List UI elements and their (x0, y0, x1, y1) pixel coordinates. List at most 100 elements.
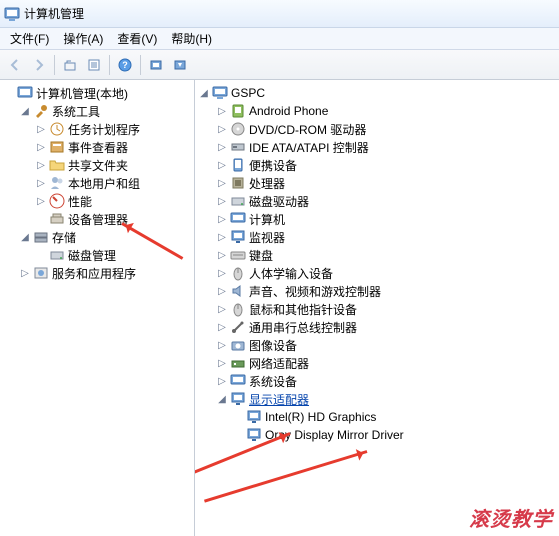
up-button[interactable] (59, 54, 81, 76)
tree-label: 计算机管理(本地) (36, 85, 128, 102)
expand-icon[interactable]: ▷ (35, 159, 47, 171)
expand-icon[interactable]: ▷ (216, 231, 228, 243)
tree-shared-folders[interactable]: ▷共享文件夹 (34, 156, 192, 174)
collapse-icon[interactable]: ◢ (198, 87, 210, 99)
tree-label: 存储 (52, 229, 76, 246)
computer-icon (230, 211, 246, 227)
device-cat-keyboard[interactable]: ▷ 键盘 (215, 246, 557, 264)
menu-file[interactable]: 文件(F) (4, 28, 55, 49)
refresh-button[interactable] (145, 54, 167, 76)
device-cat-mouse[interactable]: ▷ 鼠标和其他指针设备 (215, 300, 557, 318)
collapse-icon[interactable]: ◢ (19, 231, 31, 243)
network-icon (230, 355, 246, 371)
tools-icon (33, 103, 49, 119)
device-cat-android[interactable]: ▷ Android Phone (215, 102, 557, 120)
expand-icon[interactable]: ▷ (216, 141, 228, 153)
device-cat-diskdrive[interactable]: ▷磁盘驱动器 (215, 192, 557, 210)
tree-performance[interactable]: ▷ 性能 (34, 192, 192, 210)
collapse-icon[interactable]: ◢ (216, 393, 228, 405)
event-icon (49, 139, 65, 155)
tree-label: 性能 (68, 193, 92, 210)
tree-root-local[interactable]: 计算机管理(本地) (2, 84, 192, 102)
menu-action[interactable]: 操作(A) (57, 28, 109, 49)
tree-label: Android Phone (249, 104, 328, 118)
perf-icon (49, 193, 65, 209)
device-cat-ide[interactable]: ▷IDE ATA/ATAPI 控制器 (215, 138, 557, 156)
expand-icon[interactable]: ▷ (216, 267, 228, 279)
app-icon (4, 6, 20, 22)
tree-system-tools[interactable]: ◢ 系统工具 (18, 102, 192, 120)
clock-icon (49, 121, 65, 137)
tree-task-scheduler[interactable]: ▷任务计划程序 (34, 120, 192, 138)
device-cat-hid[interactable]: ▷ 人体学输入设备 (215, 264, 557, 282)
expand-icon[interactable]: ▷ (216, 123, 228, 135)
tree-event-viewer[interactable]: ▷事件查看器 (34, 138, 192, 156)
expand-icon[interactable]: ▷ (216, 105, 228, 117)
system-icon (230, 373, 246, 389)
tree-label: 网络适配器 (249, 355, 309, 372)
help-button[interactable]: ? (114, 54, 136, 76)
folder-share-icon (49, 157, 65, 173)
tree-label: 图像设备 (249, 337, 297, 354)
tree-services[interactable]: ▷服务和应用程序 (18, 264, 192, 282)
back-button[interactable] (4, 54, 26, 76)
device-cat-system[interactable]: ▷系统设备 (215, 372, 557, 390)
tree-label: 显示适配器 (249, 391, 309, 408)
expand-icon[interactable]: ▷ (216, 249, 228, 261)
tree-label: 本地用户和组 (68, 175, 140, 192)
expand-icon[interactable]: ▷ (216, 177, 228, 189)
menu-view[interactable]: 查看(V) (111, 28, 163, 49)
expand-icon[interactable]: ▷ (35, 195, 47, 207)
device-cat-portable[interactable]: ▷便携设备 (215, 156, 557, 174)
device-cat-dvd[interactable]: ▷DVD/CD-ROM 驱动器 (215, 120, 557, 138)
menu-help[interactable]: 帮助(H) (165, 28, 218, 49)
expand-icon[interactable]: ▷ (216, 339, 228, 351)
device-cat-display[interactable]: ◢ 显示适配器 (215, 390, 557, 408)
tree-storage[interactable]: ◢ 存储 (18, 228, 192, 246)
portable-icon (230, 157, 246, 173)
display-device-icon (246, 409, 262, 425)
device-cat-monitor[interactable]: ▷监视器 (215, 228, 557, 246)
tree-label: 鼠标和其他指针设备 (249, 301, 357, 318)
expand-icon[interactable]: ▷ (216, 321, 228, 333)
collapse-icon[interactable]: ◢ (19, 105, 31, 117)
device-intel[interactable]: Intel(R) HD Graphics (231, 408, 557, 426)
titlebar: 计算机管理 (0, 0, 559, 28)
device-cat-computer[interactable]: ▷计算机 (215, 210, 557, 228)
expand-icon[interactable]: ▷ (35, 141, 47, 153)
expand-icon[interactable]: ▷ (35, 177, 47, 189)
tree-local-users[interactable]: ▷ 本地用户和组 (34, 174, 192, 192)
device-cat-sound[interactable]: ▷声音、视频和游戏控制器 (215, 282, 557, 300)
display-icon (230, 391, 246, 407)
expand-icon[interactable]: ▷ (19, 267, 31, 279)
tree-label: GSPC (231, 86, 265, 100)
expand-icon[interactable]: ▷ (216, 213, 228, 225)
display-device-icon (246, 427, 262, 443)
device-cat-cpu[interactable]: ▷处理器 (215, 174, 557, 192)
services-icon (33, 265, 49, 281)
expand-icon[interactable]: ▷ (35, 123, 47, 135)
tree-label: 键盘 (249, 247, 273, 264)
mouse-icon (230, 301, 246, 317)
expand-icon[interactable]: ▷ (216, 303, 228, 315)
device-root[interactable]: ◢ GSPC (197, 84, 557, 102)
tree-label: 人体学输入设备 (249, 265, 333, 282)
forward-button[interactable] (28, 54, 50, 76)
tree-device-manager[interactable]: 设备管理器 (34, 210, 192, 228)
props-button[interactable] (83, 54, 105, 76)
right-tree: ◢ GSPC ▷ Android Phone ▷DVD/CD-ROM 驱动器▷IDE… (195, 80, 559, 536)
expand-icon[interactable]: ▷ (216, 285, 228, 297)
hid-icon (230, 265, 246, 281)
storage-icon (33, 229, 49, 245)
svg-text:?: ? (122, 60, 128, 70)
dvd-icon (230, 121, 246, 137)
filter-button[interactable] (169, 54, 191, 76)
expand-icon[interactable]: ▷ (216, 375, 228, 387)
expand-icon[interactable]: ▷ (216, 195, 228, 207)
expand-icon[interactable]: ▷ (216, 357, 228, 369)
device-cat-imaging[interactable]: ▷ 图像设备 (215, 336, 557, 354)
computer-icon (212, 85, 228, 101)
device-cat-network[interactable]: ▷ 网络适配器 (215, 354, 557, 372)
expand-icon[interactable]: ▷ (216, 159, 228, 171)
device-cat-usb[interactable]: ▷通用串行总线控制器 (215, 318, 557, 336)
